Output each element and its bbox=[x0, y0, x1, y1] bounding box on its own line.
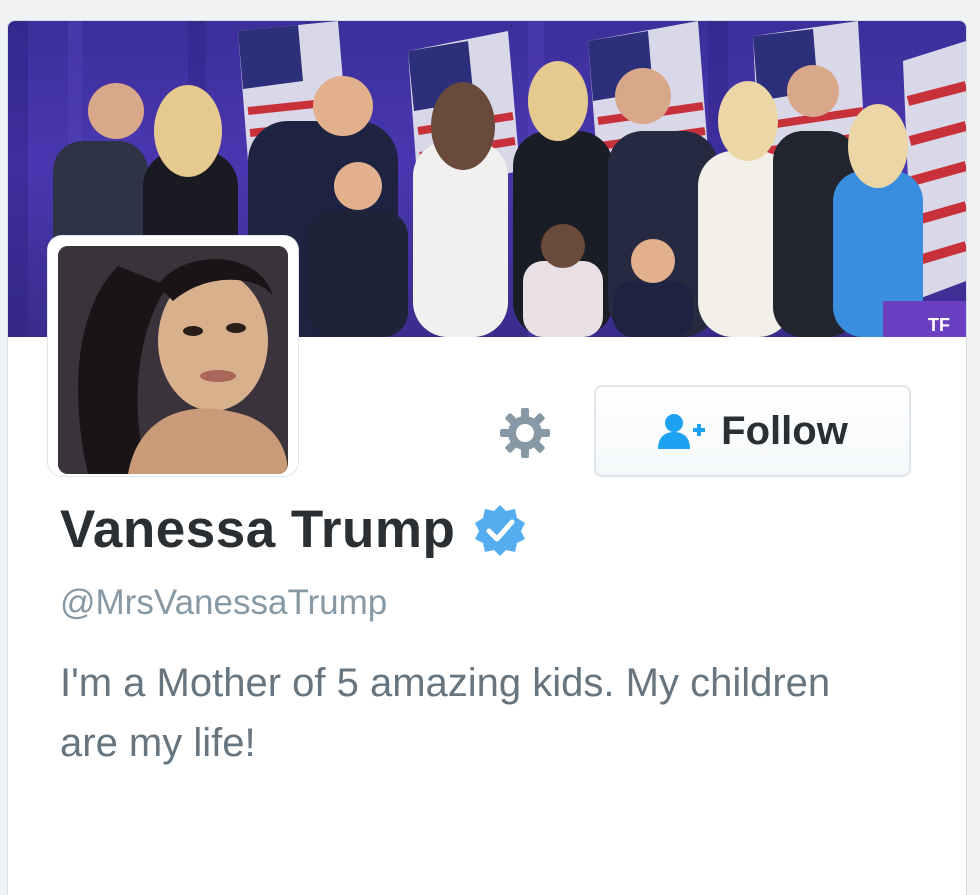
bio: I'm a Mother of 5 amazing kids. My child… bbox=[60, 661, 831, 765]
follow-button-label: Follow bbox=[721, 408, 848, 453]
handle[interactable]: @MrsVanessaTrump bbox=[60, 583, 387, 623]
avatar[interactable] bbox=[48, 236, 298, 476]
verified-badge-icon bbox=[473, 503, 527, 557]
follow-button[interactable]: Follow bbox=[594, 385, 911, 477]
add-user-icon bbox=[657, 413, 707, 449]
banner-corner-text: TF bbox=[928, 315, 950, 335]
avatar-image bbox=[58, 246, 288, 474]
profile-card: TF Follow Vanessa Trump @MrsVanessaTrump… bbox=[7, 20, 967, 895]
gear-icon[interactable] bbox=[498, 406, 552, 460]
name-row: Vanessa Trump bbox=[60, 499, 527, 560]
display-name[interactable]: Vanessa Trump bbox=[60, 499, 455, 560]
